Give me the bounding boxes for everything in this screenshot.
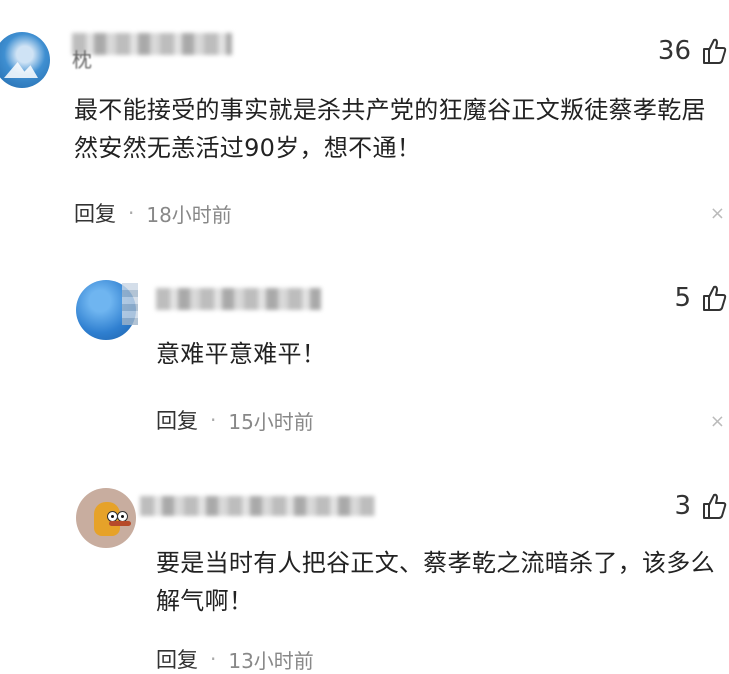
like-button[interactable]: 36 xyxy=(658,36,727,66)
username-blurred[interactable] xyxy=(140,496,375,516)
comment-meta: 回复 · 13小时前 xyxy=(156,644,314,674)
username-blurred[interactable] xyxy=(72,33,232,55)
reply-button[interactable]: 回复 xyxy=(156,405,198,435)
like-count: 3 xyxy=(674,491,691,521)
comment-text: 意难平意难平！ xyxy=(156,340,327,368)
username-fragment: 枕 xyxy=(72,48,92,72)
avatar[interactable] xyxy=(0,32,50,88)
like-button[interactable]: 5 xyxy=(674,283,727,313)
mouth-icon xyxy=(109,521,131,526)
close-icon[interactable]: × xyxy=(710,411,725,432)
thumbs-up-icon xyxy=(703,285,727,311)
avatar-blur-overlay xyxy=(122,283,138,325)
like-button[interactable]: 3 xyxy=(674,491,727,521)
comment-meta: 回复 · 15小时前 xyxy=(156,405,314,435)
username-blurred[interactable] xyxy=(156,288,321,310)
like-count: 5 xyxy=(674,283,691,313)
like-count: 36 xyxy=(657,36,691,66)
timestamp: 13小时前 xyxy=(228,648,314,673)
comment-text: 要是当时有人把谷正文、蔡孝乾之流暗杀了，该多么解气啊！ xyxy=(156,549,715,615)
avatar[interactable] xyxy=(76,488,136,548)
comment-text: 最不能接受的事实就是杀共产党的狂魔谷正文叛徒蔡孝乾居然安然无恙活过90岁，想不通… xyxy=(74,96,706,162)
reply-button[interactable]: 回复 xyxy=(74,198,116,228)
meta-separator: · xyxy=(128,201,135,225)
comment-meta: 回复 · 18小时前 xyxy=(74,198,232,228)
timestamp: 15小时前 xyxy=(228,409,314,434)
reply-button[interactable]: 回复 xyxy=(156,644,198,674)
close-icon[interactable]: × xyxy=(710,203,725,224)
meta-separator: · xyxy=(210,408,217,432)
thumbs-up-icon xyxy=(703,38,727,64)
thumbs-up-icon xyxy=(703,493,727,519)
meta-separator: · xyxy=(210,647,217,671)
timestamp: 18小时前 xyxy=(146,202,232,227)
avatar-character xyxy=(94,502,131,536)
